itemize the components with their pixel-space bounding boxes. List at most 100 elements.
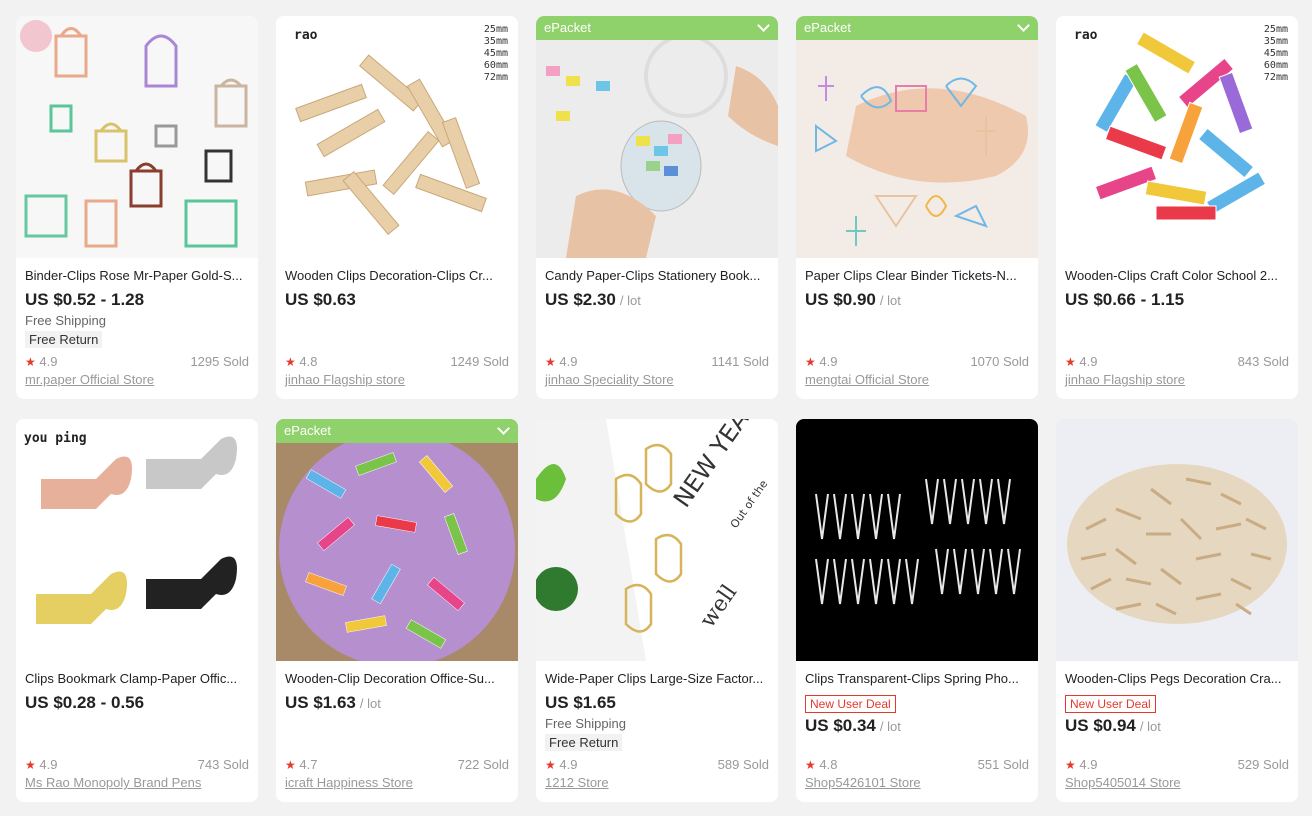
star-icon: ★ <box>1065 758 1076 772</box>
product-image[interactable] <box>1056 419 1298 661</box>
product-card[interactable]: rao 25mm 35mm 45mm 60mm 72mm Wooden-Clips Cr… <box>1056 16 1298 399</box>
product-card[interactable]: ePacket <box>536 16 778 399</box>
product-image[interactable] <box>536 16 778 258</box>
product-title[interactable]: Wooden-Clips Craft Color School 2... <box>1065 268 1289 284</box>
rating-sold-row: ★ 4.9 843 Sold <box>1065 354 1289 369</box>
product-card[interactable]: Wooden-Clips Pegs Decoration Cra... New … <box>1056 419 1298 802</box>
product-card[interactable]: you ping Clips Bookmark Clamp-Paper Offi… <box>16 419 258 802</box>
chevron-down-icon <box>1017 19 1030 32</box>
star-icon: ★ <box>25 355 36 369</box>
rating-sold-row: ★ 4.9 743 Sold <box>25 757 249 772</box>
product-price: US $2.30 <box>545 290 616 309</box>
product-image[interactable] <box>276 419 518 661</box>
free-return-badge: Free Return <box>25 331 103 348</box>
store-link[interactable]: jinhao Speciality Store <box>545 372 674 387</box>
sold-count: 1249 Sold <box>450 354 509 369</box>
product-title[interactable]: Wooden Clips Decoration-Clips Cr... <box>285 268 509 284</box>
sold-count: 1295 Sold <box>190 354 249 369</box>
epacket-banner: ePacket <box>536 16 778 40</box>
rating-sold-row: ★ 4.8 551 Sold <box>805 757 1029 772</box>
product-card[interactable]: NEW YEA Out of the well Wide-Paper Clips… <box>536 419 778 802</box>
rating-sold-row: ★ 4.9 529 Sold <box>1065 757 1289 772</box>
product-price: US $0.52 - 1.28 <box>25 290 145 309</box>
product-card[interactable]: rao 25mm 35mm 45mm 60mm 72mm Wooden Clips De… <box>276 16 518 399</box>
product-title[interactable]: Clips Bookmark Clamp-Paper Offic... <box>25 671 249 687</box>
store-link[interactable]: mr.paper Official Store <box>25 372 154 387</box>
store-link[interactable]: Shop5426101 Store <box>805 775 921 790</box>
epacket-banner: ePacket <box>796 16 1038 40</box>
store-link[interactable]: 1212 Store <box>545 775 609 790</box>
price-unit: / lot <box>1139 719 1161 734</box>
product-image[interactable]: rao 25mm 35mm 45mm 60mm 72mm <box>276 16 518 258</box>
free-return-badge: Free Return <box>545 734 623 751</box>
rating-value: 4.9 <box>39 757 58 772</box>
store-link[interactable]: Shop5405014 Store <box>1065 775 1181 790</box>
price-unit: / lot <box>359 696 381 711</box>
rating-sold-row: ★ 4.9 589 Sold <box>545 757 769 772</box>
chevron-down-icon <box>757 19 770 32</box>
size-list: 25mm 35mm 45mm 60mm 72mm <box>1263 24 1288 83</box>
product-image[interactable]: NEW YEA Out of the well <box>536 419 778 661</box>
sold-count: 843 Sold <box>1237 354 1289 369</box>
free-shipping-label: Free Shipping <box>545 716 626 731</box>
product-title[interactable]: Wide-Paper Clips Large-Size Factor... <box>545 671 769 687</box>
product-price: US $1.65 <box>545 693 616 712</box>
store-link[interactable]: jinhao Flagship store <box>1065 372 1185 387</box>
sold-count: 1141 Sold <box>711 354 769 369</box>
product-image[interactable] <box>796 16 1038 258</box>
rating-sold-row: ★ 4.9 1070 Sold <box>805 354 1029 369</box>
rating-value: 4.9 <box>39 354 58 369</box>
product-title[interactable]: Candy Paper-Clips Stationery Book... <box>545 268 769 284</box>
product-title[interactable]: Binder-Clips Rose Mr-Paper Gold-S... <box>25 268 249 284</box>
size-list: 25mm 35mm 45mm 60mm 72mm <box>483 24 508 83</box>
rating-value: 4.9 <box>559 354 578 369</box>
product-price: US $0.28 - 0.56 <box>25 693 145 712</box>
star-icon: ★ <box>1065 355 1076 369</box>
sold-count: 551 Sold <box>977 757 1029 772</box>
product-image[interactable] <box>796 419 1038 661</box>
brand-watermark: rao <box>1074 28 1098 43</box>
star-icon: ★ <box>805 355 816 369</box>
store-link[interactable]: mengtai Official Store <box>805 372 929 387</box>
rating-value: 4.9 <box>559 757 578 772</box>
product-price: US $0.63 <box>285 290 356 309</box>
star-icon: ★ <box>285 758 296 772</box>
rating-value: 4.8 <box>819 757 838 772</box>
product-title[interactable]: Wooden-Clips Pegs Decoration Cra... <box>1065 671 1289 687</box>
store-link[interactable]: jinhao Flagship store <box>285 372 405 387</box>
product-price: US $0.94 <box>1065 716 1136 735</box>
rating-sold-row: ★ 4.8 1249 Sold <box>285 354 509 369</box>
rating-value: 4.9 <box>819 354 838 369</box>
rating-value: 4.7 <box>299 757 318 772</box>
sold-count: 589 Sold <box>717 757 769 772</box>
store-link[interactable]: Ms Rao Monopoly Brand Pens <box>25 775 201 790</box>
star-icon: ★ <box>285 355 296 369</box>
rating-value: 4.8 <box>299 354 318 369</box>
product-title[interactable]: Wooden-Clip Decoration Office-Su... <box>285 671 509 687</box>
star-icon: ★ <box>805 758 816 772</box>
sold-count: 743 Sold <box>197 757 249 772</box>
new-user-deal-badge: New User Deal <box>805 695 896 713</box>
price-unit: / lot <box>879 719 901 734</box>
product-card[interactable]: Binder-Clips Rose Mr-Paper Gold-S... US … <box>16 16 258 399</box>
store-link[interactable]: icraft Happiness Store <box>285 775 413 790</box>
product-image[interactable]: rao 25mm 35mm 45mm 60mm 72mm <box>1056 16 1298 258</box>
brand-watermark: you ping <box>24 431 87 446</box>
product-price: US $0.34 <box>805 716 876 735</box>
product-card[interactable]: ePacket <box>276 419 518 802</box>
product-image[interactable] <box>16 16 258 258</box>
sold-count: 722 Sold <box>457 757 509 772</box>
product-card[interactable]: ePacket Paper Clips Clear Binder Tickets… <box>796 16 1038 399</box>
product-title[interactable]: Paper Clips Clear Binder Tickets-N... <box>805 268 1029 284</box>
brand-watermark: rao <box>294 28 318 43</box>
product-title[interactable]: Clips Transparent-Clips Spring Pho... <box>805 671 1029 687</box>
product-card[interactable]: Clips Transparent-Clips Spring Pho... Ne… <box>796 419 1038 802</box>
rating-value: 4.9 <box>1079 354 1098 369</box>
rating-value: 4.9 <box>1079 757 1098 772</box>
price-unit: / lot <box>879 293 901 308</box>
price-unit: / lot <box>619 293 641 308</box>
product-price: US $0.66 - 1.15 <box>1065 290 1185 309</box>
star-icon: ★ <box>545 355 556 369</box>
rating-sold-row: ★ 4.9 1141 Sold <box>545 354 769 369</box>
product-image[interactable]: you ping <box>16 419 258 661</box>
